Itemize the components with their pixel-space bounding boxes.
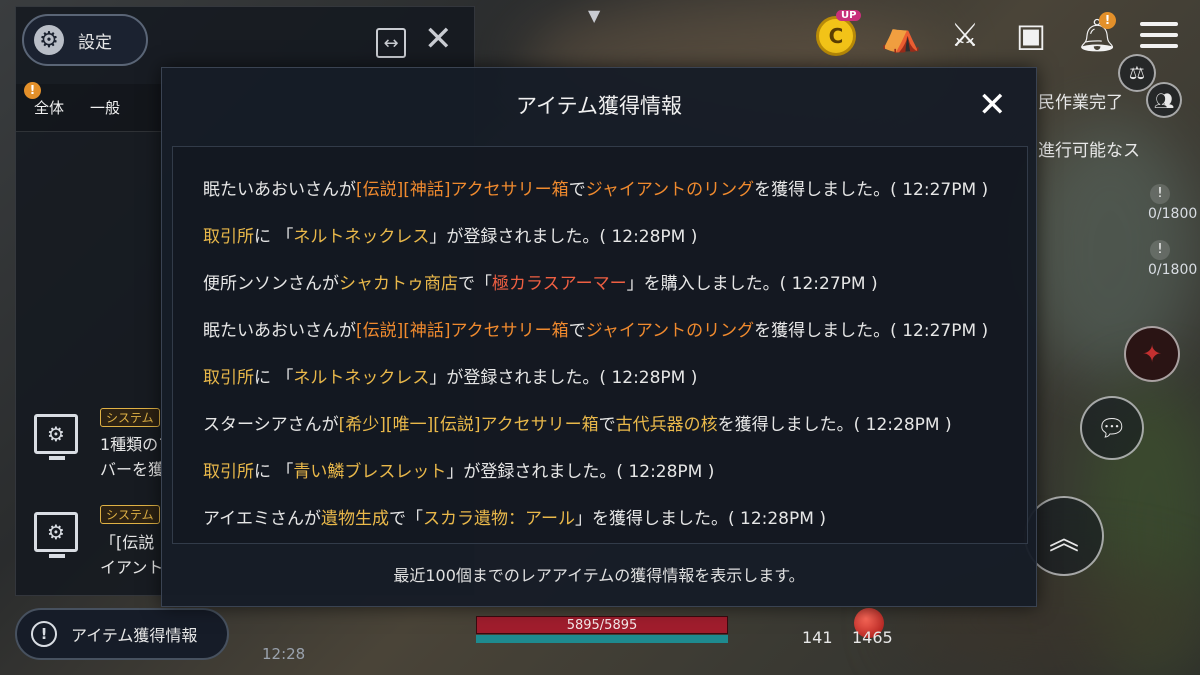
- menu-icon[interactable]: [1140, 22, 1178, 55]
- quest-text[interactable]: 民作業完了: [1038, 88, 1123, 113]
- connector-text: に 「: [254, 368, 294, 388]
- suffix-text: 」が登録されました。( 12:28PM ): [429, 227, 698, 247]
- acquisition-list: 眠たいあおいさんが[伝説][神話]アクセサリー箱でジャイアントのリングを獲得しま…: [172, 146, 1028, 544]
- suffix-text: を獲得しました。( 12:27PM ): [754, 321, 989, 341]
- acquired-item: ジャイアントのリング: [585, 180, 755, 200]
- quest-text[interactable]: 進行可能なス: [1038, 136, 1140, 161]
- system-monitor-icon: ⚙: [34, 512, 78, 558]
- skill-icon[interactable]: ✦: [1124, 326, 1180, 382]
- hp-bar: 5895/5895: [476, 616, 728, 634]
- item-info-label: アイテム獲得情報: [71, 626, 198, 645]
- source-item: 遺物生成: [320, 509, 389, 529]
- gear-icon: ⚙: [34, 25, 64, 55]
- expand-panel-icon[interactable]: ↔: [376, 28, 406, 58]
- source-item: [希少][唯一][伝説]アクセサリー箱: [338, 415, 599, 435]
- source-item: [伝説][神話]アクセサリー箱: [356, 321, 569, 341]
- source-item: [伝説][神話]アクセサリー箱: [356, 180, 569, 200]
- close-chat-icon[interactable]: ✕: [424, 22, 453, 56]
- system-tag: システム: [100, 408, 160, 427]
- exchange-text: 取引所: [203, 227, 254, 247]
- list-item: 眠たいあおいさんが[伝説][神話]アクセサリー箱でジャイアントのリングを獲得しま…: [203, 175, 988, 200]
- mp-bar: [476, 635, 728, 643]
- camp-tent-icon[interactable]: ⛺: [880, 14, 922, 56]
- alert-icon: !: [1150, 184, 1170, 204]
- settings-label: 設定: [78, 32, 112, 53]
- list-item: スターシアさんが[希少][唯一][伝説]アクセサリー箱で古代兵器の核を獲得しまし…: [203, 410, 952, 435]
- coin-shop-icon[interactable]: C: [816, 16, 856, 56]
- modal-footer: 最近100個までのレアアイテムの獲得情報を表示します。: [393, 566, 805, 585]
- chat-message-text: 「[伝説 イアントの: [100, 530, 162, 580]
- alert-circle-icon: !: [31, 621, 57, 647]
- clock: 12:28: [262, 645, 306, 663]
- suffix-text: 」を獲得しました。( 12:28PM ): [574, 509, 826, 529]
- suffix-text: を獲得しました。( 12:28PM ): [717, 415, 952, 435]
- chat-line: バーを獲得: [100, 460, 162, 479]
- listed-item: ネルトネックレス: [293, 227, 430, 247]
- list-item: 取引所に 「青い鱗ブレスレット」が登録されました。( 12:28PM ): [203, 457, 714, 482]
- suffix-text: を獲得しました。( 12:27PM ): [754, 180, 989, 200]
- player-text: 眠たいあおいさんが: [203, 180, 356, 200]
- coin-up-badge: UP: [836, 10, 862, 21]
- tab-all[interactable]: 全体: [34, 97, 64, 118]
- alert-badge-icon: !: [24, 82, 41, 99]
- list-item: 眠たいあおいさんが[伝説][神話]アクセサリー箱でジャイアントのリングを獲得しま…: [203, 316, 988, 341]
- suffix-text: 」を購入しました。( 12:27PM ): [626, 274, 878, 294]
- chat-line: イアントの: [100, 558, 162, 577]
- hud-value: 141: [802, 628, 833, 647]
- list-item: 取引所に 「ネルトネックレス」が登録されました。( 12:28PM ): [203, 222, 697, 247]
- player-text: 眠たいあおいさんが: [203, 321, 356, 341]
- suffix-text: 」が登録されました。( 12:28PM ): [446, 462, 715, 482]
- settings-button[interactable]: ⚙ 設定: [22, 14, 148, 66]
- crossed-swords-icon[interactable]: ⚔: [944, 14, 986, 56]
- close-icon[interactable]: ✕: [978, 88, 1007, 122]
- chat-message: ⚙: [34, 512, 78, 558]
- connector-text: に 「: [254, 462, 294, 482]
- shop-name: シャカトゥ商店: [339, 274, 458, 294]
- list-item: 便所ンソンさんがシャカトゥ商店で「極カラスアーマー」を購入しました。( 12:2…: [203, 269, 878, 294]
- system-tag: システム: [100, 505, 160, 524]
- acquired-item: 古代兵器の核: [615, 415, 718, 435]
- tab-general[interactable]: 一般: [90, 97, 120, 118]
- connector-text: で: [598, 415, 616, 435]
- item-acquisition-modal: アイテム獲得情報 ✕ 眠たいあおいさんが[伝説][神話]アクセサリー箱でジャイア…: [161, 67, 1037, 607]
- listed-item: 青い鱗ブレスレット: [293, 462, 447, 482]
- chat-bubble-icon[interactable]: 💬︎: [1080, 396, 1144, 460]
- alert-icon: !: [1150, 240, 1170, 260]
- purchased-item: 極カラスアーマー: [492, 274, 627, 294]
- modal-title: アイテム獲得情報: [516, 94, 682, 118]
- coin-letter: C: [828, 24, 844, 48]
- notification-badge: !: [1099, 12, 1116, 29]
- exchange-text: 取引所: [203, 368, 254, 388]
- chat-line: 「[伝説: [100, 533, 155, 552]
- acquired-item: スカラ遺物：アール: [422, 509, 575, 529]
- player-text: 便所ンソンさんが: [203, 274, 339, 294]
- counter: 0/1800: [1148, 262, 1198, 278]
- chat-message: ⚙: [34, 414, 78, 460]
- connector-text: で「: [388, 509, 423, 529]
- system-monitor-icon: ⚙: [34, 414, 78, 460]
- storage-box-icon[interactable]: ▣: [1010, 14, 1052, 56]
- player-text: アイエミさんが: [203, 509, 321, 529]
- exchange-text: 取引所: [203, 462, 254, 482]
- chat-line: 1種類のア: [100, 435, 162, 454]
- counter: 0/1800: [1148, 206, 1198, 222]
- acquired-item: ジャイアントのリング: [585, 321, 755, 341]
- list-item: アイエミさんが遺物生成で「スカラ遺物：アール」を獲得しました。( 12:28PM…: [203, 504, 826, 529]
- item-info-button[interactable]: ! アイテム獲得情報: [15, 608, 229, 660]
- party-icon[interactable]: 👥︎: [1146, 82, 1182, 118]
- connector-text: に 「: [254, 227, 294, 247]
- potion-count: 1465: [852, 628, 893, 647]
- connector-text: で「: [458, 274, 492, 294]
- suffix-text: 」が登録されました。( 12:28PM ): [429, 368, 698, 388]
- connector-text: で: [568, 180, 586, 200]
- connector-text: で: [568, 321, 586, 341]
- player-text: スターシアさんが: [203, 415, 339, 435]
- listed-item: ネルトネックレス: [293, 368, 430, 388]
- chat-message-text: 1種類のア バーを獲得: [100, 432, 162, 482]
- chevron-down-icon[interactable]: ▼: [588, 6, 600, 25]
- list-item: 取引所に 「ネルトネックレス」が登録されました。( 12:28PM ): [203, 363, 697, 388]
